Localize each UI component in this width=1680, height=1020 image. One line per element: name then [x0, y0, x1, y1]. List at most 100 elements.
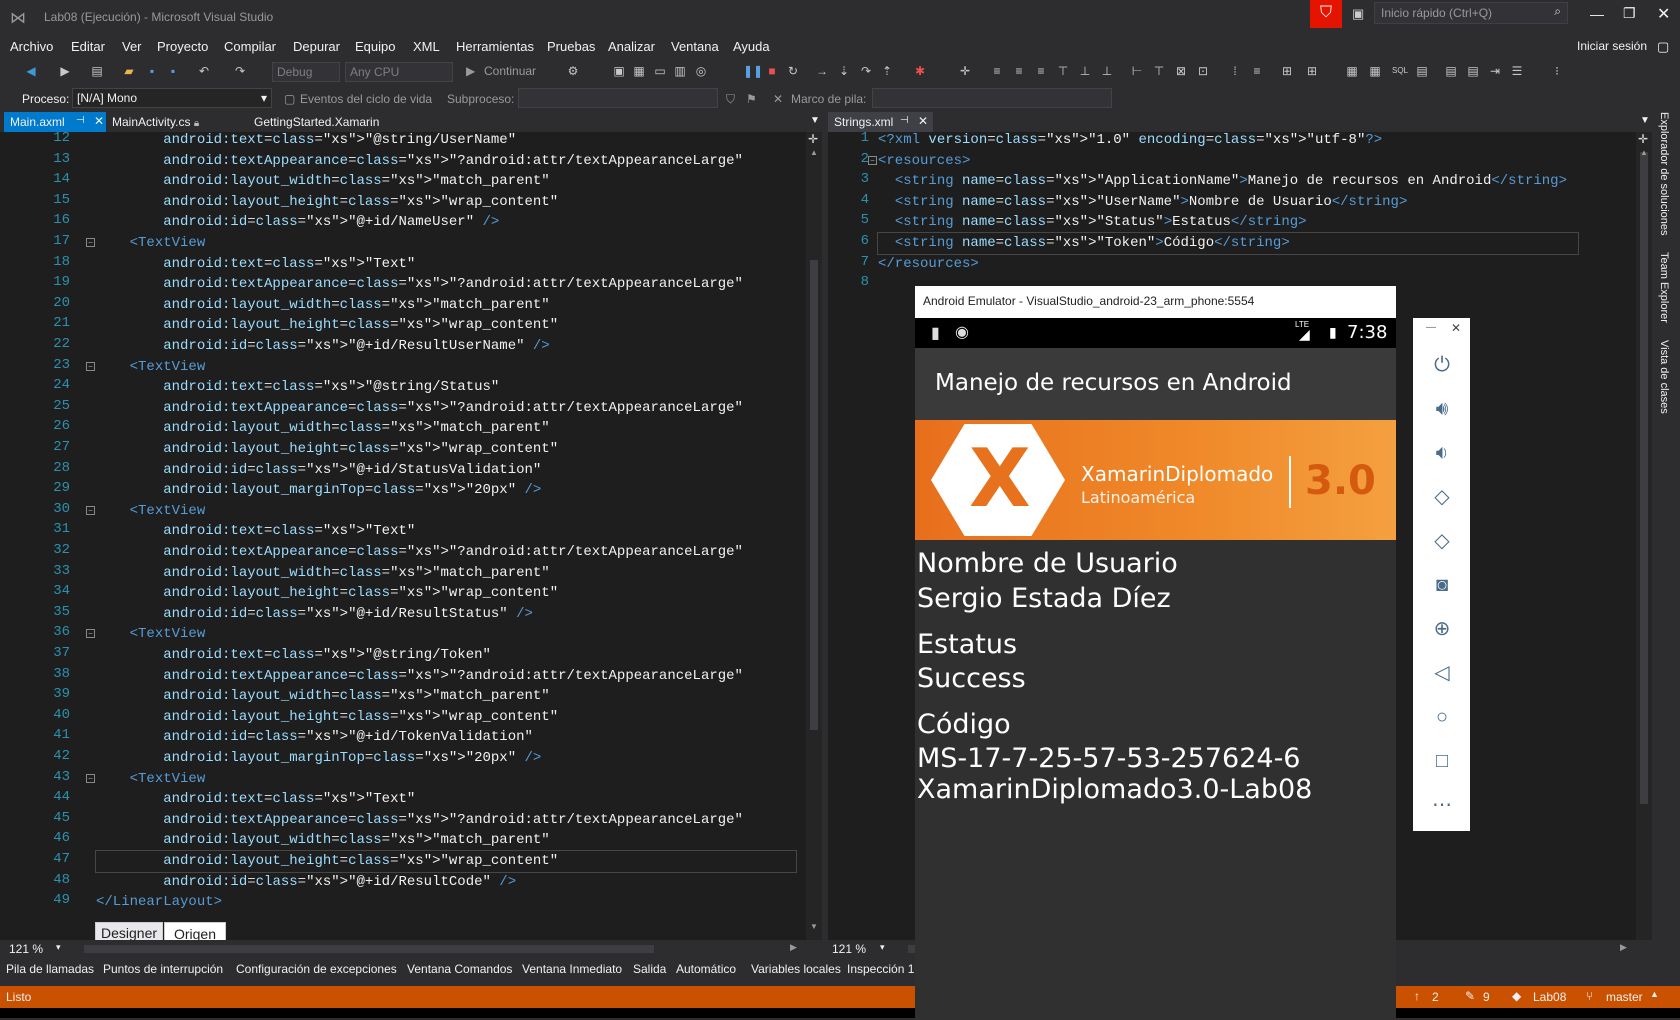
autos-tab[interactable]: Automático: [676, 962, 736, 976]
redo-icon[interactable]: ↷: [233, 64, 247, 78]
step-over-icon[interactable]: ↷: [859, 64, 873, 78]
code-line[interactable]: android:layout_width=class="xs">"match_p…: [96, 563, 550, 584]
feedback-icon[interactable]: ⛉: [1310, 0, 1342, 28]
overview-icon[interactable]: □: [1429, 748, 1455, 774]
scroll-up-icon[interactable]: ▲: [810, 148, 818, 157]
back-icon[interactable]: ◀: [24, 64, 38, 78]
unpushed-count[interactable]: 2: [1432, 990, 1439, 1004]
step-into-icon[interactable]: ⇣: [837, 64, 851, 78]
rotate-left-icon[interactable]: ◇: [1429, 484, 1455, 510]
list-icon[interactable]: ☰: [1510, 64, 1524, 78]
branch-name[interactable]: master: [1606, 990, 1643, 1004]
menu-herramientas[interactable]: Herramientas: [456, 39, 534, 54]
call-stack-tab[interactable]: Pila de llamadas: [6, 962, 94, 976]
undo-icon[interactable]: ↶: [197, 64, 211, 78]
volume-up-icon[interactable]: 🔊︎: [1429, 396, 1455, 422]
split-icon[interactable]: ✛: [808, 132, 818, 146]
main-axml-editor[interactable]: 12 android:text=class="xs">"@string/User…: [0, 132, 822, 940]
android-emulator-window[interactable]: Android Emulator - VisualStudio_android-…: [915, 286, 1396, 1020]
code-line[interactable]: <TextView: [96, 769, 206, 790]
same-height-icon[interactable]: ⊤: [1152, 64, 1166, 78]
frame-icon[interactable]: ▥: [673, 64, 687, 78]
close-icon[interactable]: ✕: [94, 114, 104, 128]
vspace-icon[interactable]: ≡: [1250, 64, 1264, 78]
menu-ayuda[interactable]: Ayuda: [733, 39, 770, 54]
menu-pruebas[interactable]: Pruebas: [547, 39, 595, 54]
quick-launch-input[interactable]: Inicio rápido (Ctrl+Q) ⌕: [1374, 2, 1568, 24]
tab-mainactivity[interactable]: MainActivity.cs 🔒︎: [106, 112, 236, 132]
code-line[interactable]: android:layout_height=class="xs">"wrap_c…: [96, 583, 558, 604]
hspace-icon[interactable]: ⁞: [1228, 64, 1242, 78]
code-line[interactable]: android:layout_height=class="xs">"wrap_c…: [96, 192, 558, 213]
menu-ventana[interactable]: Ventana: [671, 39, 719, 54]
code-line[interactable]: android:layout_height=class="xs">"wrap_c…: [96, 707, 558, 728]
restore-button[interactable]: ❐: [1623, 5, 1636, 22]
collapse-icon[interactable]: −: [86, 629, 95, 639]
immediate-window-tab[interactable]: Ventana Inmediato: [522, 962, 622, 976]
tab-strings-xml[interactable]: Strings.xml ⊣ ✕: [828, 112, 933, 132]
stop-icon[interactable]: ■: [765, 64, 779, 78]
pin-icon[interactable]: ⊣: [76, 115, 85, 126]
designer-tab-button[interactable]: Designer: [95, 922, 163, 940]
show-next-statement-icon[interactable]: →: [815, 64, 829, 78]
zoom-dropdown-icon[interactable]: ▾: [880, 942, 885, 953]
db-icon[interactable]: ▤: [1415, 64, 1429, 78]
code-line[interactable]: <string name=class="xs">"ApplicationName…: [878, 171, 1567, 192]
lifecycle-events[interactable]: Eventos del ciclo de vida: [300, 92, 432, 106]
code-line[interactable]: android:layout_width=class="xs">"match_p…: [96, 171, 550, 192]
scrollbar-thumb[interactable]: [810, 260, 818, 730]
align-right-icon[interactable]: ≡: [1034, 64, 1048, 78]
menu-archivo[interactable]: Archivo: [10, 39, 53, 54]
camera-icon[interactable]: ▦: [632, 64, 646, 78]
breakpoints-tab[interactable]: Puntos de interrupción: [103, 962, 223, 976]
code-line[interactable]: android:text=class="xs">"Text": [96, 254, 415, 275]
align-middle-icon[interactable]: ⊥: [1078, 64, 1092, 78]
code-line[interactable]: <TextView: [96, 501, 206, 522]
more-icon[interactable]: ⋯: [1429, 792, 1455, 818]
step-out-icon[interactable]: ⇡: [880, 64, 894, 78]
push-icon[interactable]: ↑: [1414, 989, 1420, 1003]
stack-select[interactable]: [872, 88, 1112, 108]
menu-editar[interactable]: Editar: [71, 39, 105, 54]
menu-ver[interactable]: Ver: [122, 39, 142, 54]
globe-icon[interactable]: ◎: [694, 64, 708, 78]
collapse-icon[interactable]: −: [86, 238, 95, 247]
close-button[interactable]: ✕: [1657, 4, 1670, 24]
zoom-level[interactable]: 121 %: [9, 942, 43, 956]
repo-icon[interactable]: ◆: [1512, 989, 1521, 1003]
code-line[interactable]: android:textAppearance=class="xs">"?andr…: [96, 542, 743, 563]
code-line[interactable]: android:textAppearance=class="xs">"?andr…: [96, 666, 743, 687]
scroll-up-icon[interactable]: ▲: [1640, 148, 1648, 157]
new-project-icon[interactable]: ▤: [90, 64, 104, 78]
breakpoint-icon[interactable]: ✱: [913, 64, 927, 78]
scrollbar-thumb[interactable]: [1640, 152, 1648, 804]
code-line[interactable]: android:id=class="xs">"@+id/ResultStatus…: [96, 604, 533, 625]
save-icon[interactable]: ▪: [145, 64, 159, 78]
tab-overflow-icon[interactable]: ▼: [810, 115, 820, 126]
emulator-close-icon[interactable]: ✕: [1451, 321, 1461, 335]
align-left-icon[interactable]: ≡: [990, 64, 1004, 78]
comment-icon[interactable]: ▤: [1444, 64, 1458, 78]
zoom-dropdown-icon[interactable]: ▾: [56, 942, 61, 953]
tab-gettingstarted[interactable]: GettingStarted.Xamarin: [248, 112, 418, 132]
scroll-right-icon[interactable]: ▶: [790, 942, 797, 953]
emulator-minimize-icon[interactable]: —: [1426, 322, 1436, 333]
indent-icon[interactable]: ⇥: [1488, 64, 1502, 78]
vertical-scrollbar[interactable]: ▲: [1636, 132, 1652, 940]
locals-tab[interactable]: Variables locales: [751, 962, 841, 976]
code-line[interactable]: android:layout_marginTop=class="xs">"20p…: [96, 748, 541, 769]
code-line[interactable]: android:id=class="xs">"@+id/ResultCode" …: [96, 872, 516, 893]
format-icon[interactable]: ✛: [958, 64, 972, 78]
same-width-icon[interactable]: ⊢: [1130, 64, 1144, 78]
source-tab-button[interactable]: Origen: [164, 922, 226, 940]
code-line[interactable]: android:text=class="xs">"@string/UserNam…: [96, 132, 516, 151]
repo-name[interactable]: Lab08: [1533, 990, 1566, 1004]
overflow-icon[interactable]: ⁝: [1550, 64, 1564, 78]
platform-select[interactable]: Any CPU: [345, 62, 453, 82]
code-line[interactable]: android:layout_width=class="xs">"match_p…: [96, 418, 550, 439]
code-line[interactable]: android:id=class="xs">"@+id/ResultUserNa…: [96, 336, 550, 357]
code-line[interactable]: android:id=class="xs">"@+id/TokenValidat…: [96, 727, 533, 748]
attach-icon[interactable]: ⚙: [566, 64, 580, 78]
branch-icon[interactable]: ⑂: [1586, 989, 1593, 1003]
center-h-icon[interactable]: ⊞: [1280, 64, 1294, 78]
